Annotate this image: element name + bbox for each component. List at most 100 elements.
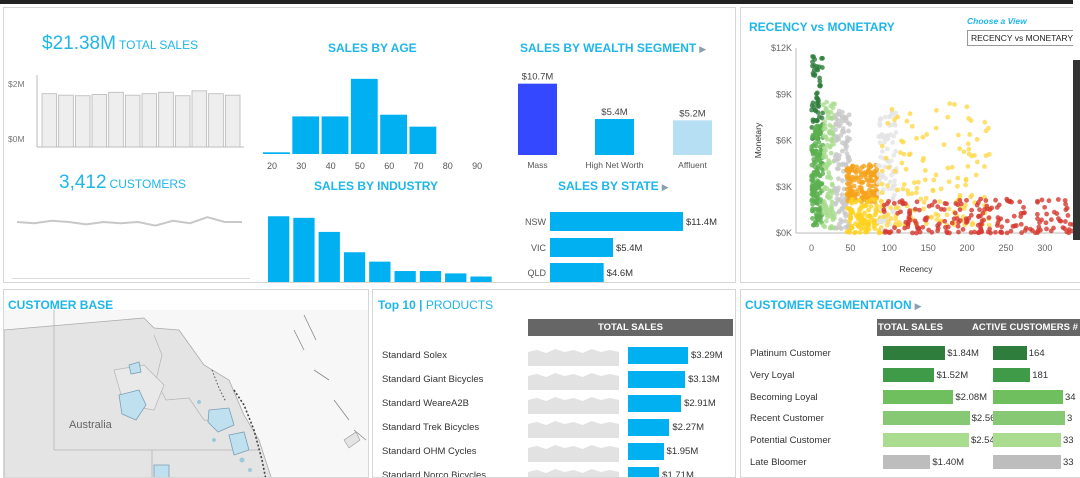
scatter-point (905, 188, 911, 193)
segment-active-bar (993, 367, 1031, 382)
segment-name: Recent Customer (750, 413, 824, 425)
scatter-point (988, 230, 993, 236)
product-name: Standard OHM Cycles (382, 446, 477, 457)
scatter-point (844, 167, 850, 173)
segmentation-title: CUSTOMER SEGMENTATION ▶ (745, 298, 922, 312)
scatter-point (877, 163, 883, 169)
age-tick-label: 80 (443, 161, 453, 170)
state-value-label: $5.4M (616, 243, 642, 254)
segment-active-label: 33 (1062, 435, 1074, 447)
scatter-point (999, 224, 1005, 230)
scatter-point (823, 164, 829, 170)
scrollbar[interactable] (1073, 60, 1080, 240)
scatter-point (815, 67, 821, 73)
scatter-point (914, 199, 920, 205)
scatter-point (922, 168, 928, 173)
scatter-point (822, 186, 828, 192)
scatter-point (890, 209, 896, 215)
scatter-point (921, 200, 927, 205)
scatter-point (859, 179, 865, 185)
state-title-text: SALES BY STATE (558, 179, 659, 193)
scatter-point (957, 146, 963, 152)
product-sparkline (528, 421, 619, 438)
scatter-point (879, 190, 885, 196)
scatter-point (810, 190, 816, 195)
product-sales-label: $1.71M (662, 470, 694, 478)
segment-active-bar (993, 433, 1061, 448)
scatter-point (924, 132, 930, 137)
scatter-point (818, 214, 823, 220)
age-bar (263, 152, 290, 154)
industry-bar (394, 271, 416, 282)
scatter-point (811, 222, 816, 228)
scatter-point (879, 181, 885, 187)
monthly-sales-bar (208, 93, 224, 148)
product-sales-bar (628, 395, 682, 412)
scatter-point (998, 229, 1004, 235)
segment-sales-bar (883, 455, 931, 469)
scatter-point (845, 205, 850, 211)
age-tick-label: 60 (384, 161, 394, 170)
scatter-point (952, 210, 958, 216)
scroll-track (1073, 0, 1080, 60)
segment-name: Platinum Customer (750, 348, 831, 359)
scatter-point (811, 143, 816, 148)
scatter-point (866, 222, 872, 228)
scatter-point (974, 137, 980, 142)
scatter-point (955, 223, 961, 229)
scatter-point (907, 111, 913, 117)
scatter-point (814, 200, 819, 206)
sales-by-wealth-chart: $10.7M Mass $5.4M High Net Worth $5.2M Afflue… (518, 72, 712, 170)
monthly-sales-bar (191, 90, 208, 148)
industry-bar (445, 273, 467, 282)
scatter-point (890, 195, 896, 201)
scatter-point (889, 172, 894, 178)
scatter-point (986, 152, 992, 157)
scatter-point (824, 99, 830, 105)
scatter-point (877, 117, 883, 123)
scatter-point (931, 177, 937, 183)
scatter-point (844, 151, 850, 156)
scatter-point (861, 163, 867, 169)
product-sales-bar (628, 443, 664, 460)
segment-sales-bar (883, 433, 969, 448)
scatter-point (824, 108, 829, 114)
scatter-point (971, 152, 977, 158)
industry-bar (293, 217, 315, 282)
top-products-title: Top 10 | PRODUCTS (378, 298, 493, 312)
scatter-point (946, 179, 952, 185)
scatter-point (889, 106, 895, 112)
scatter-point (1011, 213, 1017, 219)
scatter-point (914, 135, 919, 141)
scatter-point (965, 141, 971, 147)
australia-map[interactable]: Australia (4, 310, 369, 478)
scatter-point (895, 187, 900, 193)
segment-name: Potential Customer (750, 435, 831, 447)
scatter-point (854, 164, 859, 170)
product-sparkline (528, 349, 619, 366)
industry-bar (268, 216, 290, 282)
scatter-point (980, 210, 986, 216)
scatter-point (848, 215, 854, 221)
scatter-point (977, 222, 983, 227)
map-region-highlight (153, 464, 170, 477)
scatter-point (816, 98, 821, 104)
scatter-point (862, 194, 868, 199)
scatter-point (833, 138, 839, 144)
scatter-point (983, 198, 989, 203)
scatter-point (893, 130, 899, 135)
recency-monetary-title: RECENCY vs MONETARY (749, 20, 895, 34)
scatter-point (916, 207, 922, 213)
scatter-point (1032, 230, 1038, 236)
scatter-point (828, 103, 834, 109)
scatter-point (1046, 198, 1052, 204)
y-tick-label: $0K (776, 228, 792, 238)
scatter-point (848, 199, 854, 205)
scatter-point (832, 114, 838, 120)
monthly-sales-bar (41, 93, 58, 148)
scatter-point (829, 181, 835, 187)
segment-active-label: 34 (1065, 391, 1076, 403)
scatter-point (814, 152, 819, 158)
scatter-point (881, 202, 887, 208)
segment-active-label: 164 (1028, 348, 1045, 359)
